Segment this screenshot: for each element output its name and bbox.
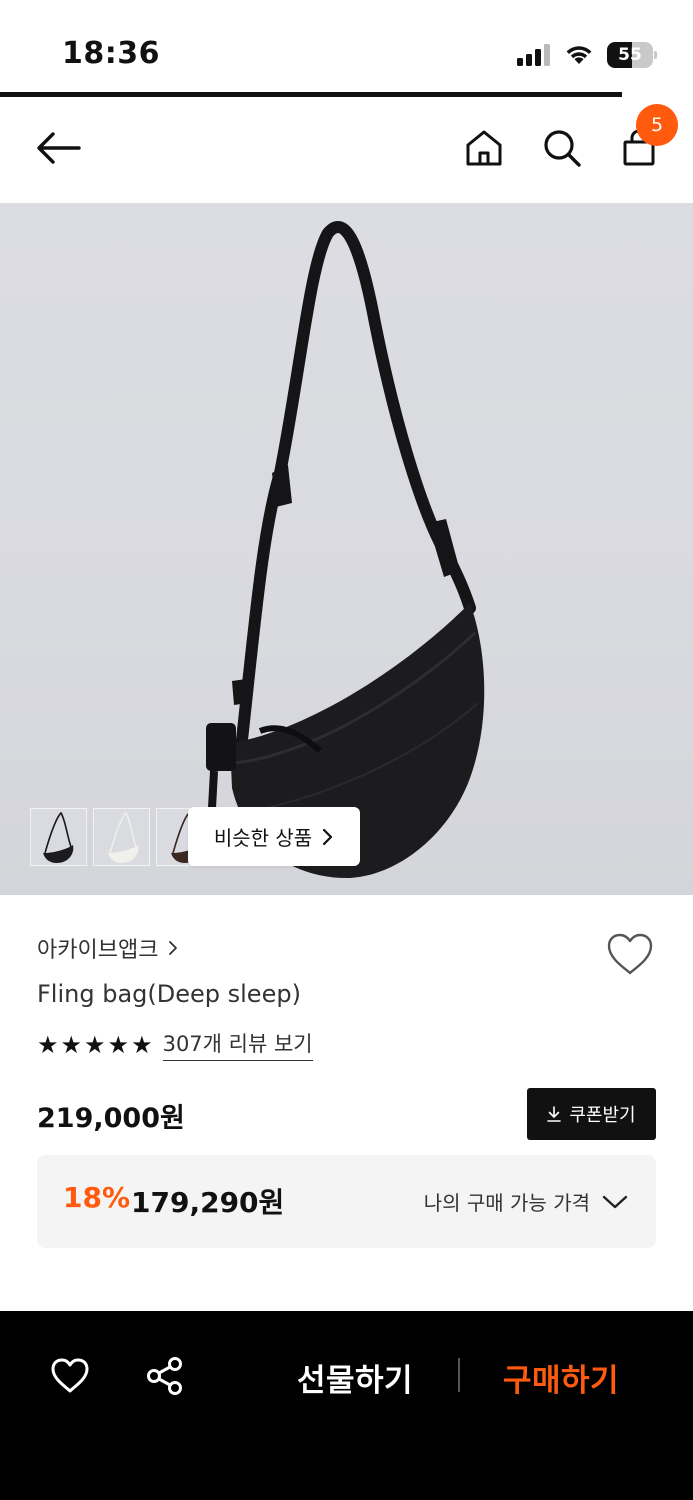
review-link[interactable]: 307개 리뷰 보기 <box>162 1028 313 1061</box>
product-name: Fling bag(Deep sleep) <box>37 980 301 1008</box>
star-icon: ★ <box>37 1030 59 1059</box>
thumbnail-black[interactable] <box>30 808 87 866</box>
product-image[interactable]: 비슷한 상품 <box>0 203 693 895</box>
star-icon: ★ <box>131 1030 153 1059</box>
home-button[interactable] <box>460 124 508 172</box>
original-price: 219,000원 <box>37 1103 185 1134</box>
status-bar: 18:36 55 <box>0 0 693 97</box>
star-icon: ★ <box>60 1030 83 1059</box>
home-icon <box>466 130 502 166</box>
battery-level: 55 <box>618 45 642 65</box>
divider <box>458 1358 460 1392</box>
my-price-toggle[interactable]: 나의 구매 가능 가격 <box>424 1187 628 1216</box>
thumbnail-strip <box>30 808 213 866</box>
thumbnail-white[interactable] <box>93 808 150 866</box>
sale-price: 179,290원 <box>131 1186 285 1219</box>
star-icon: ★ <box>107 1030 130 1059</box>
bottom-action-bar: 선물하기 구매하기 <box>0 1311 693 1500</box>
price-box[interactable]: 18% 179,290원 나의 구매 가능 가격 <box>37 1155 656 1248</box>
download-icon <box>547 1106 562 1122</box>
similar-products-label: 비슷한 상품 <box>213 826 313 850</box>
star-icon: ★ <box>84 1030 106 1059</box>
search-icon <box>544 130 581 167</box>
search-button[interactable] <box>538 124 586 172</box>
wishlist-heart-icon[interactable] <box>606 932 654 976</box>
chevron-down-icon <box>602 1195 628 1208</box>
signal-icon <box>517 44 551 66</box>
chevron-right-icon <box>169 941 178 955</box>
coupon-button[interactable]: 쿠폰받기 <box>527 1088 656 1140</box>
rating-stars: ★ ★ ★ ★ ★ <box>37 1031 153 1059</box>
back-button[interactable] <box>34 124 82 172</box>
status-time: 18:36 <box>62 36 160 71</box>
similar-products-button[interactable]: 비슷한 상품 <box>188 807 360 866</box>
wifi-icon <box>566 46 592 64</box>
coupon-label: 쿠폰받기 <box>569 1105 636 1126</box>
chevron-right-icon <box>323 828 333 845</box>
rating-row: ★ ★ ★ ★ ★ 307개 리뷰 보기 <box>37 1028 313 1061</box>
buy-button[interactable]: 구매하기 <box>503 1355 619 1400</box>
product-photo <box>206 221 485 879</box>
discount-rate: 18% <box>63 1181 131 1214</box>
gift-button[interactable]: 선물하기 <box>297 1355 413 1400</box>
page-load-progress <box>0 92 622 97</box>
my-price-label: 나의 구매 가능 가격 <box>423 1191 590 1215</box>
heart-icon[interactable] <box>50 1356 90 1396</box>
battery-icon: 55 <box>607 42 657 68</box>
cart-count-badge: 5 <box>636 104 678 146</box>
top-nav <box>0 100 693 202</box>
back-arrow-icon <box>37 132 81 164</box>
brand-link[interactable]: 아카이브앱크 <box>37 932 178 964</box>
brand-name: 아카이브앱크 <box>37 938 159 963</box>
share-icon[interactable] <box>145 1356 185 1396</box>
